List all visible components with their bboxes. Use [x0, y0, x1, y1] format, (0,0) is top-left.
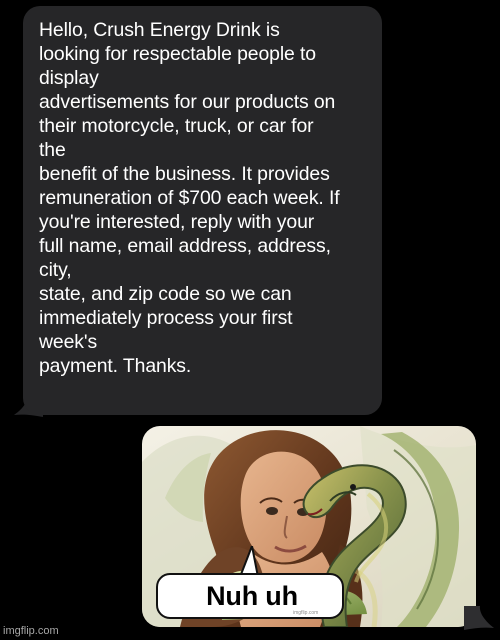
message-line: display — [39, 67, 99, 89]
message-line: advertisements for our products on — [39, 91, 336, 113]
message-line: remuneration of $700 each week. If — [39, 187, 340, 209]
page-watermark: imgflip.com — [3, 625, 59, 637]
outgoing-message-tail-icon — [464, 606, 494, 630]
message-line: immediately process your first — [39, 307, 293, 329]
message-line: benefit of the business. It provides — [39, 163, 330, 185]
message-line: you're interested, reply with your — [39, 211, 315, 233]
message-line: their motorcycle, truck, or car for — [39, 115, 314, 137]
incoming-message-bubble: Hello, Crush Energy Drink is looking for… — [23, 6, 382, 415]
message-line: the — [39, 139, 66, 161]
meme-caption-text: Nuh uh — [206, 581, 298, 611]
message-line: state, and zip code so we can — [39, 283, 292, 305]
message-line: looking for respectable people to — [39, 43, 316, 65]
message-line: Hello, Crush Energy Drink is — [39, 19, 280, 41]
message-line: week's — [39, 331, 98, 353]
message-line: payment. Thanks. — [39, 355, 192, 377]
incoming-message-text: Hello, Crush Energy Drink is looking for… — [39, 18, 377, 378]
message-line: city, — [39, 259, 72, 281]
outgoing-image-message[interactable]: Nuh uh imgflip.com — [142, 426, 476, 627]
message-line: full name, email address, address, — [39, 235, 331, 257]
image-watermark: imgflip.com — [293, 610, 319, 616]
